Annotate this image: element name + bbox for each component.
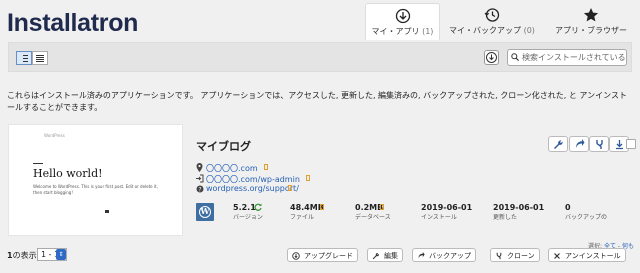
clone-bottom-button-label: クローン [507,252,535,260]
pager-label: の表示 [12,251,37,260]
backup-bottom-button-label: バックアップ [429,252,471,260]
app-title[interactable]: マイブログ [196,138,251,154]
external-link-icon[interactable] [288,185,292,191]
preview-marker [105,210,109,213]
fork-icon [496,252,502,260]
tab-my-backups-label: マイ・バックアップ [449,26,522,35]
tab-my-apps[interactable]: マイ・アプリ (1) [365,3,440,40]
backups-count-value: 0 [565,203,571,212]
search-input[interactable]: 検索インストールされている [507,49,627,66]
database-size-label: データベース [355,214,391,221]
clone-bottom-button[interactable]: クローン [490,248,540,262]
external-link-icon[interactable] [306,175,310,181]
map-pin-icon [196,163,203,172]
site-url-link[interactable]: 〇〇〇〇.com [206,163,258,174]
history-clock-icon [484,8,500,22]
tab-app-browser-label: アプリ・ブラウザー [555,26,627,35]
external-link-icon[interactable] [380,204,384,210]
tab-my-apps-label: マイ・アプリ [371,27,420,36]
description-text: これらはインストール済みのアプリケーションです。 アプリケーションでは、アクセス… [7,91,627,112]
clone-button[interactable] [589,136,609,152]
preview-excerpt: Welcome to WordPress. This is your first… [33,184,158,195]
files-size-label: ファイル [290,214,315,221]
external-link-icon[interactable] [264,164,268,170]
tab-my-backups-count: (0) [523,26,535,35]
share-arrow-icon [576,139,585,148]
uninstall-button-label: アンインストール [565,252,621,260]
preview-post-title: Hello world! [33,167,103,180]
share-arrow-icon [418,252,425,259]
updated-date-value: 2019-06-01 [493,203,545,212]
tab-app-browser[interactable]: アプリ・ブラウザー [547,3,635,40]
version-value: 5.2.1 [233,203,256,212]
help-circle-icon: ? [196,185,204,193]
support-url-link[interactable]: wordpress.org/support/ [206,184,299,193]
svg-text:?: ? [198,186,201,193]
close-icon [554,253,560,259]
tab-my-apps-count: (1) [422,27,434,36]
edit-button[interactable]: 編集 [367,248,403,262]
settings-button[interactable] [548,136,568,152]
version-label: バージョン [233,214,263,221]
uninstall-button[interactable]: アンインストール [548,248,626,262]
backup-bottom-button[interactable]: バックアップ [412,248,476,262]
wrench-icon [554,140,563,149]
edit-button-label: 編集 [384,252,398,260]
share-button[interactable] [569,136,589,152]
search-icon [511,53,519,61]
installed-date-value: 2019-06-01 [421,203,473,212]
fork-icon [596,140,603,149]
pager: 1の表示 [7,250,37,261]
upgrade-button-label: アップグレード [304,252,353,260]
site-preview-thumbnail[interactable]: WordPress Hello world! Welcome to WordPr… [8,124,183,236]
import-button[interactable] [484,50,499,65]
wrench-icon [372,252,380,260]
database-size-value: 0.2MB [355,203,384,212]
external-link-icon[interactable] [320,204,324,210]
tab-my-backups[interactable]: マイ・バックアップ (0) [447,3,537,40]
download-circle-icon [292,252,300,260]
chevron-updown-icon[interactable]: ⇕ [56,249,66,260]
download-circle-icon [395,8,410,24]
download-circle-icon [486,52,497,63]
compact-view-button[interactable] [32,51,48,65]
list-view-button[interactable] [16,51,32,65]
preview-divider [33,163,43,164]
select-app-checkbox[interactable] [626,139,636,149]
installed-date-label: インストール [421,214,457,221]
files-size-value: 48.4MB [290,203,324,212]
preview-site-name: WordPress [44,133,65,138]
refresh-icon[interactable] [254,203,262,211]
download-icon [616,140,623,150]
star-icon [583,8,599,22]
backups-count-label: バックアップの [565,214,608,221]
login-icon [196,174,204,183]
wordpress-logo-icon: W [196,203,214,221]
upgrade-button[interactable]: アップグレード [287,248,358,262]
installatron-logo: Installatron [7,9,139,37]
updated-date-label: 更新した [493,214,518,221]
